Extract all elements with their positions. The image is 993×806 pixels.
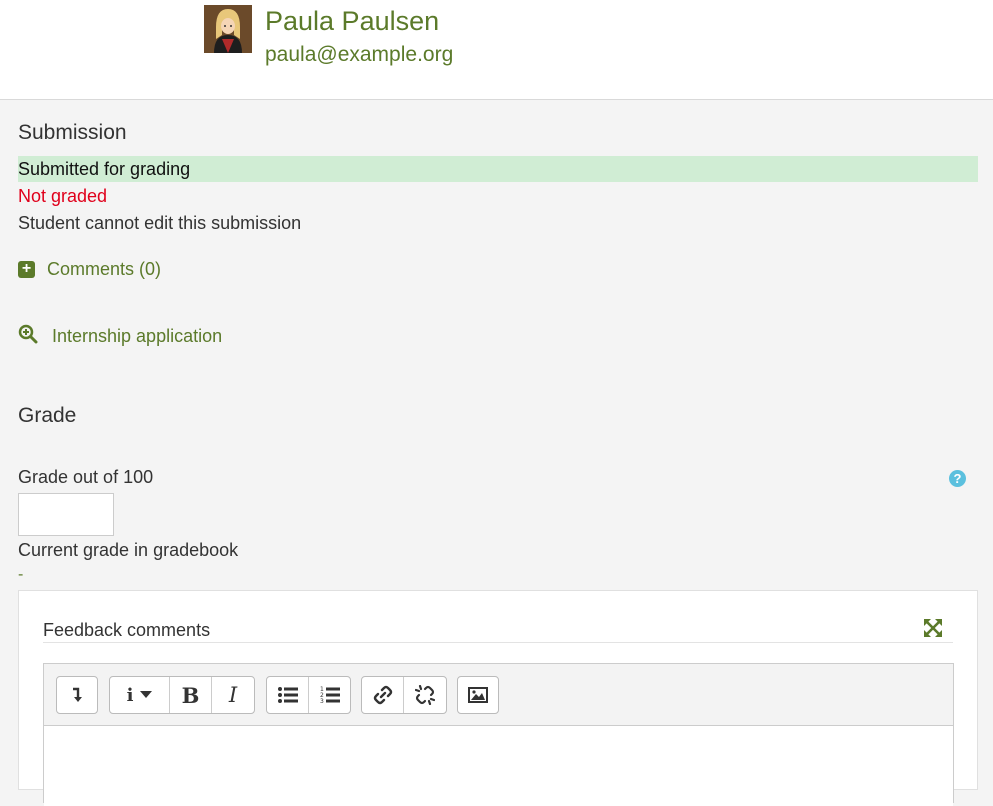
user-header: Paula Paulsen paula@example.org: [0, 0, 993, 100]
expand-icon[interactable]: [924, 619, 942, 642]
svg-text:3: 3: [320, 698, 324, 704]
comments-label[interactable]: Comments (0): [47, 259, 161, 280]
image-icon[interactable]: [458, 677, 498, 713]
current-grade-label: Current grade in gradebook: [18, 540, 239, 560]
current-grade-value: -: [18, 566, 24, 583]
italic-icon[interactable]: I: [212, 677, 254, 713]
plus-icon: +: [18, 261, 35, 278]
zoom-in-icon: [18, 324, 38, 349]
submission-heading: Submission: [18, 121, 127, 144]
feedback-divider: [43, 642, 953, 643]
grade-input[interactable]: [18, 493, 114, 536]
editor-toolbar: i B I 1 2 3: [44, 664, 953, 726]
user-email: paula@example.org: [265, 43, 454, 66]
file-link[interactable]: Internship application: [18, 324, 222, 349]
toolbar-group-links: [361, 676, 447, 714]
help-icon[interactable]: ?: [949, 470, 966, 487]
edit-status: Student cannot edit this submission: [18, 213, 302, 233]
info-dropdown-icon[interactable]: i: [110, 677, 170, 713]
user-name[interactable]: Paula Paulsen: [265, 6, 439, 37]
feedback-editor: i B I 1 2 3: [43, 663, 954, 806]
unlink-icon[interactable]: [404, 677, 446, 713]
grade-label: Grade out of 100: [18, 467, 154, 487]
grade-heading: Grade: [18, 404, 77, 427]
feedback-panel: Feedback comments i B I 1 2 3: [18, 590, 978, 806]
feedback-title: Feedback comments: [43, 620, 211, 640]
toolbar-group-lists: 1 2 3: [266, 676, 351, 714]
toolbar-group-toggle: [56, 676, 98, 714]
submission-status: Submitted for grading: [18, 156, 978, 182]
avatar[interactable]: [204, 5, 252, 53]
show-more-buttons-icon[interactable]: [57, 677, 97, 713]
bullet-list-icon[interactable]: [267, 677, 309, 713]
toolbar-group-media: [457, 676, 499, 714]
feedback-text-area[interactable]: [44, 726, 953, 806]
grading-status: Not graded: [18, 186, 108, 206]
bold-icon[interactable]: B: [170, 677, 212, 713]
comments-link[interactable]: + Comments (0): [18, 259, 161, 280]
numbered-list-icon[interactable]: 1 2 3: [309, 677, 350, 713]
toolbar-group-format: i B I: [109, 676, 255, 714]
file-link-label[interactable]: Internship application: [52, 326, 222, 347]
link-icon[interactable]: [362, 677, 404, 713]
